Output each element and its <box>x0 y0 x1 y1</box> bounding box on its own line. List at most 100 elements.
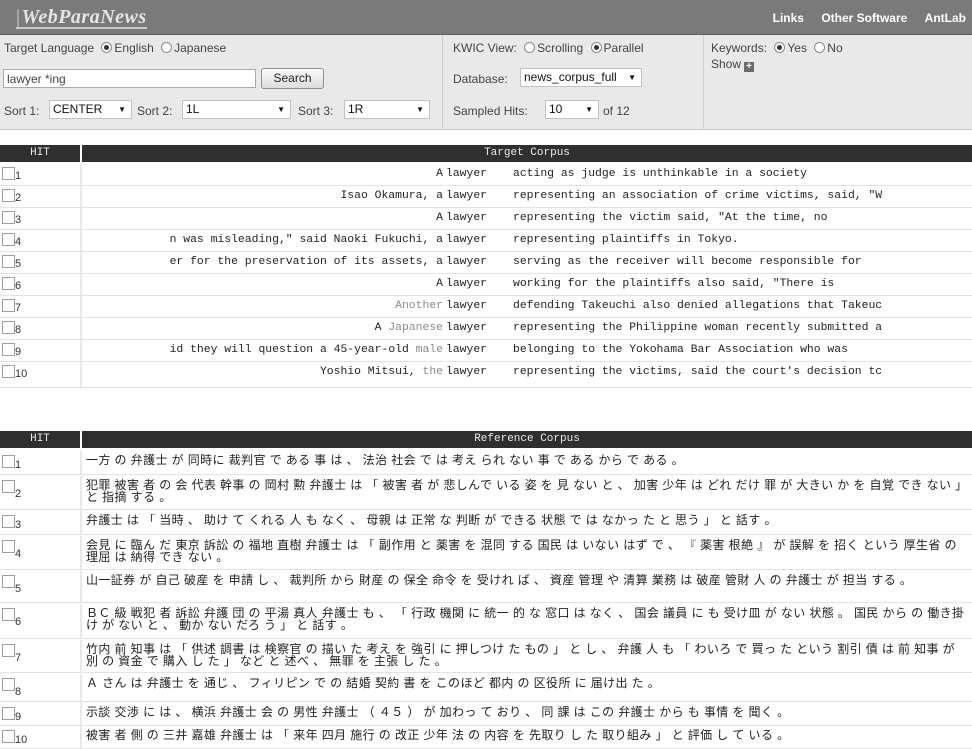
sort1-select[interactable]: CENTER ▼ <box>49 100 132 119</box>
hit-number: 2 <box>15 192 22 204</box>
hit-number: 10 <box>15 734 28 746</box>
keyword: lawyer <box>446 256 488 268</box>
sort2-label: Sort 2: <box>137 104 173 118</box>
hit-checkbox[interactable] <box>2 455 15 468</box>
chevron-down-icon: ▼ <box>118 105 126 114</box>
table-row: 1 一方 の 弁護士 が 同時に 裁判官 で ある 事 は 、 法治 社会 で は… <box>0 451 972 475</box>
hit-number: 10 <box>15 368 28 380</box>
hit-checkbox[interactable] <box>2 255 15 268</box>
keyword: lawyer <box>446 366 488 378</box>
left-context-collocate: male <box>415 344 443 356</box>
hit-checkbox[interactable] <box>2 515 15 528</box>
english-label: English <box>114 41 154 55</box>
hit-number: 5 <box>15 258 22 270</box>
hit-checkbox[interactable] <box>2 575 15 588</box>
column-divider <box>80 164 82 185</box>
right-context: representing the Philippine woman recent… <box>513 322 883 334</box>
parallel-radio[interactable] <box>590 42 602 53</box>
sentence-text: 会見 に 臨ん だ 東京 訴訟 の 福地 直樹 弁護士 は 「 副作用 と 薬害… <box>86 539 957 564</box>
chevron-down-icon: ▼ <box>585 105 593 114</box>
column-divider <box>80 274 82 295</box>
column-divider <box>80 703 82 725</box>
scrolling-label: Scrolling <box>537 41 584 55</box>
hit-checkbox[interactable] <box>2 365 15 378</box>
keyword: lawyer <box>446 168 488 180</box>
hit-checkbox[interactable] <box>2 233 15 246</box>
hit-checkbox[interactable] <box>2 480 15 493</box>
column-divider <box>80 571 82 602</box>
hit-checkbox[interactable] <box>2 277 15 290</box>
scrolling-radio[interactable] <box>524 42 536 53</box>
english-radio[interactable] <box>101 42 113 53</box>
kwic-label: KWIC View: <box>453 41 517 55</box>
sort3-label: Sort 3: <box>298 104 334 118</box>
sentence-text: 弁護士 は 「 当時 、 助け て くれる 人 も なく 、 母親 は 正常 な… <box>86 514 777 527</box>
column-divider <box>80 340 82 361</box>
nav-antlab[interactable]: AntLab <box>925 11 966 25</box>
column-divider <box>80 511 82 534</box>
right-context: belonging to the Yokohama Bar Associatio… <box>513 344 848 356</box>
hit-checkbox[interactable] <box>2 189 15 202</box>
table-row: 6 Alawyer working for the plaintiffs also … <box>0 274 972 296</box>
plus-icon[interactable]: + <box>744 62 755 72</box>
table-row: 8 Ａ さん は 弁護士 を 通じ 、 フィリピン で の 結婚 契約 書 を こ… <box>0 674 972 702</box>
column-divider <box>80 536 82 569</box>
hit-checkbox[interactable] <box>2 540 15 553</box>
hit-checkbox[interactable] <box>2 321 15 334</box>
hit-checkbox[interactable] <box>2 730 15 743</box>
show-toggle[interactable]: Show + <box>711 57 755 72</box>
keyword: lawyer <box>446 278 488 290</box>
sentence-text: Ａ さん は 弁護士 を 通じ 、 フィリピン で の 結婚 契約 書 を この… <box>86 677 661 690</box>
hit-checkbox[interactable] <box>2 343 15 356</box>
hit-checkbox[interactable] <box>2 678 15 691</box>
search-panel: Target Language English Japanese lawyer … <box>0 35 972 130</box>
table-row: 9 示談 交渉 に は 、 横浜 弁護士 会 の 男性 弁護士 （ ４５ ） が … <box>0 703 972 726</box>
left-context: Isao Okamura, a <box>340 190 443 202</box>
japanese-radio[interactable] <box>161 42 173 53</box>
left-context: A <box>436 168 443 180</box>
nav-other-software[interactable]: Other Software <box>821 11 907 25</box>
keywords-no-radio[interactable] <box>814 42 826 53</box>
left-context-text: id they will question a 45-year-old <box>169 344 416 356</box>
hit-checkbox[interactable] <box>2 644 15 657</box>
hit-number: 7 <box>15 302 22 314</box>
hit-checkbox[interactable] <box>2 707 15 720</box>
nav-links[interactable]: Links <box>773 11 804 25</box>
table-row: 2 犯罪 被害 者 の 会 代表 幹事 の 岡村 勲 弁護士 は 「 被害 者 が… <box>0 476 972 510</box>
column-divider <box>80 296 82 317</box>
sort2-select[interactable]: 1L ▼ <box>182 100 291 119</box>
sentence-text: 示談 交渉 に は 、 横浜 弁護士 会 の 男性 弁護士 （ ４５ ） が 加… <box>86 706 790 719</box>
hit-number: 4 <box>15 548 22 560</box>
column-divider <box>80 208 82 229</box>
query-column: Target Language English Japanese lawyer … <box>0 35 442 129</box>
hit-checkbox[interactable] <box>2 299 15 312</box>
keywords-yes-radio[interactable] <box>774 42 786 53</box>
hit-number: 8 <box>15 324 22 336</box>
search-button[interactable]: Search <box>261 68 324 89</box>
sort3-select[interactable]: 1R ▼ <box>344 100 430 119</box>
keyword: lawyer <box>446 344 488 356</box>
target-corpus-header: HIT Target Corpus <box>0 145 972 162</box>
keywords-column: Keywords: Yes No Show + <box>703 35 972 129</box>
left-context: A Japanese <box>375 322 443 334</box>
left-context: Yoshio Mitsui, the <box>320 366 443 378</box>
database-select[interactable]: news_corpus_full ▼ <box>520 68 642 87</box>
keywords-row: Keywords: Yes No <box>711 41 843 55</box>
search-input[interactable]: lawyer *ing <box>3 69 256 88</box>
table-row: 4 会見 に 臨ん だ 東京 訴訟 の 福地 直樹 弁護士 は 「 副作用 と 薬… <box>0 536 972 570</box>
left-context-text: A <box>374 322 389 334</box>
hit-checkbox[interactable] <box>2 167 15 180</box>
app-logo[interactable]: |WebParaNews <box>16 7 147 29</box>
keyword: lawyer <box>446 190 488 202</box>
hit-number: 5 <box>15 583 22 595</box>
top-bar: |WebParaNews Links Other Software AntLab <box>0 0 972 35</box>
sampled-select[interactable]: 10 ▼ <box>545 100 599 119</box>
hit-checkbox[interactable] <box>2 211 15 224</box>
kwic-row: KWIC View: Scrolling Parallel <box>453 41 644 55</box>
keyword: lawyer <box>446 234 488 246</box>
table-row: 2 Isao Okamura, a lawyer representing an as… <box>0 186 972 208</box>
hit-number: 7 <box>15 652 22 664</box>
left-context: A <box>436 212 443 224</box>
column-divider <box>80 252 82 273</box>
hit-checkbox[interactable] <box>2 608 15 621</box>
